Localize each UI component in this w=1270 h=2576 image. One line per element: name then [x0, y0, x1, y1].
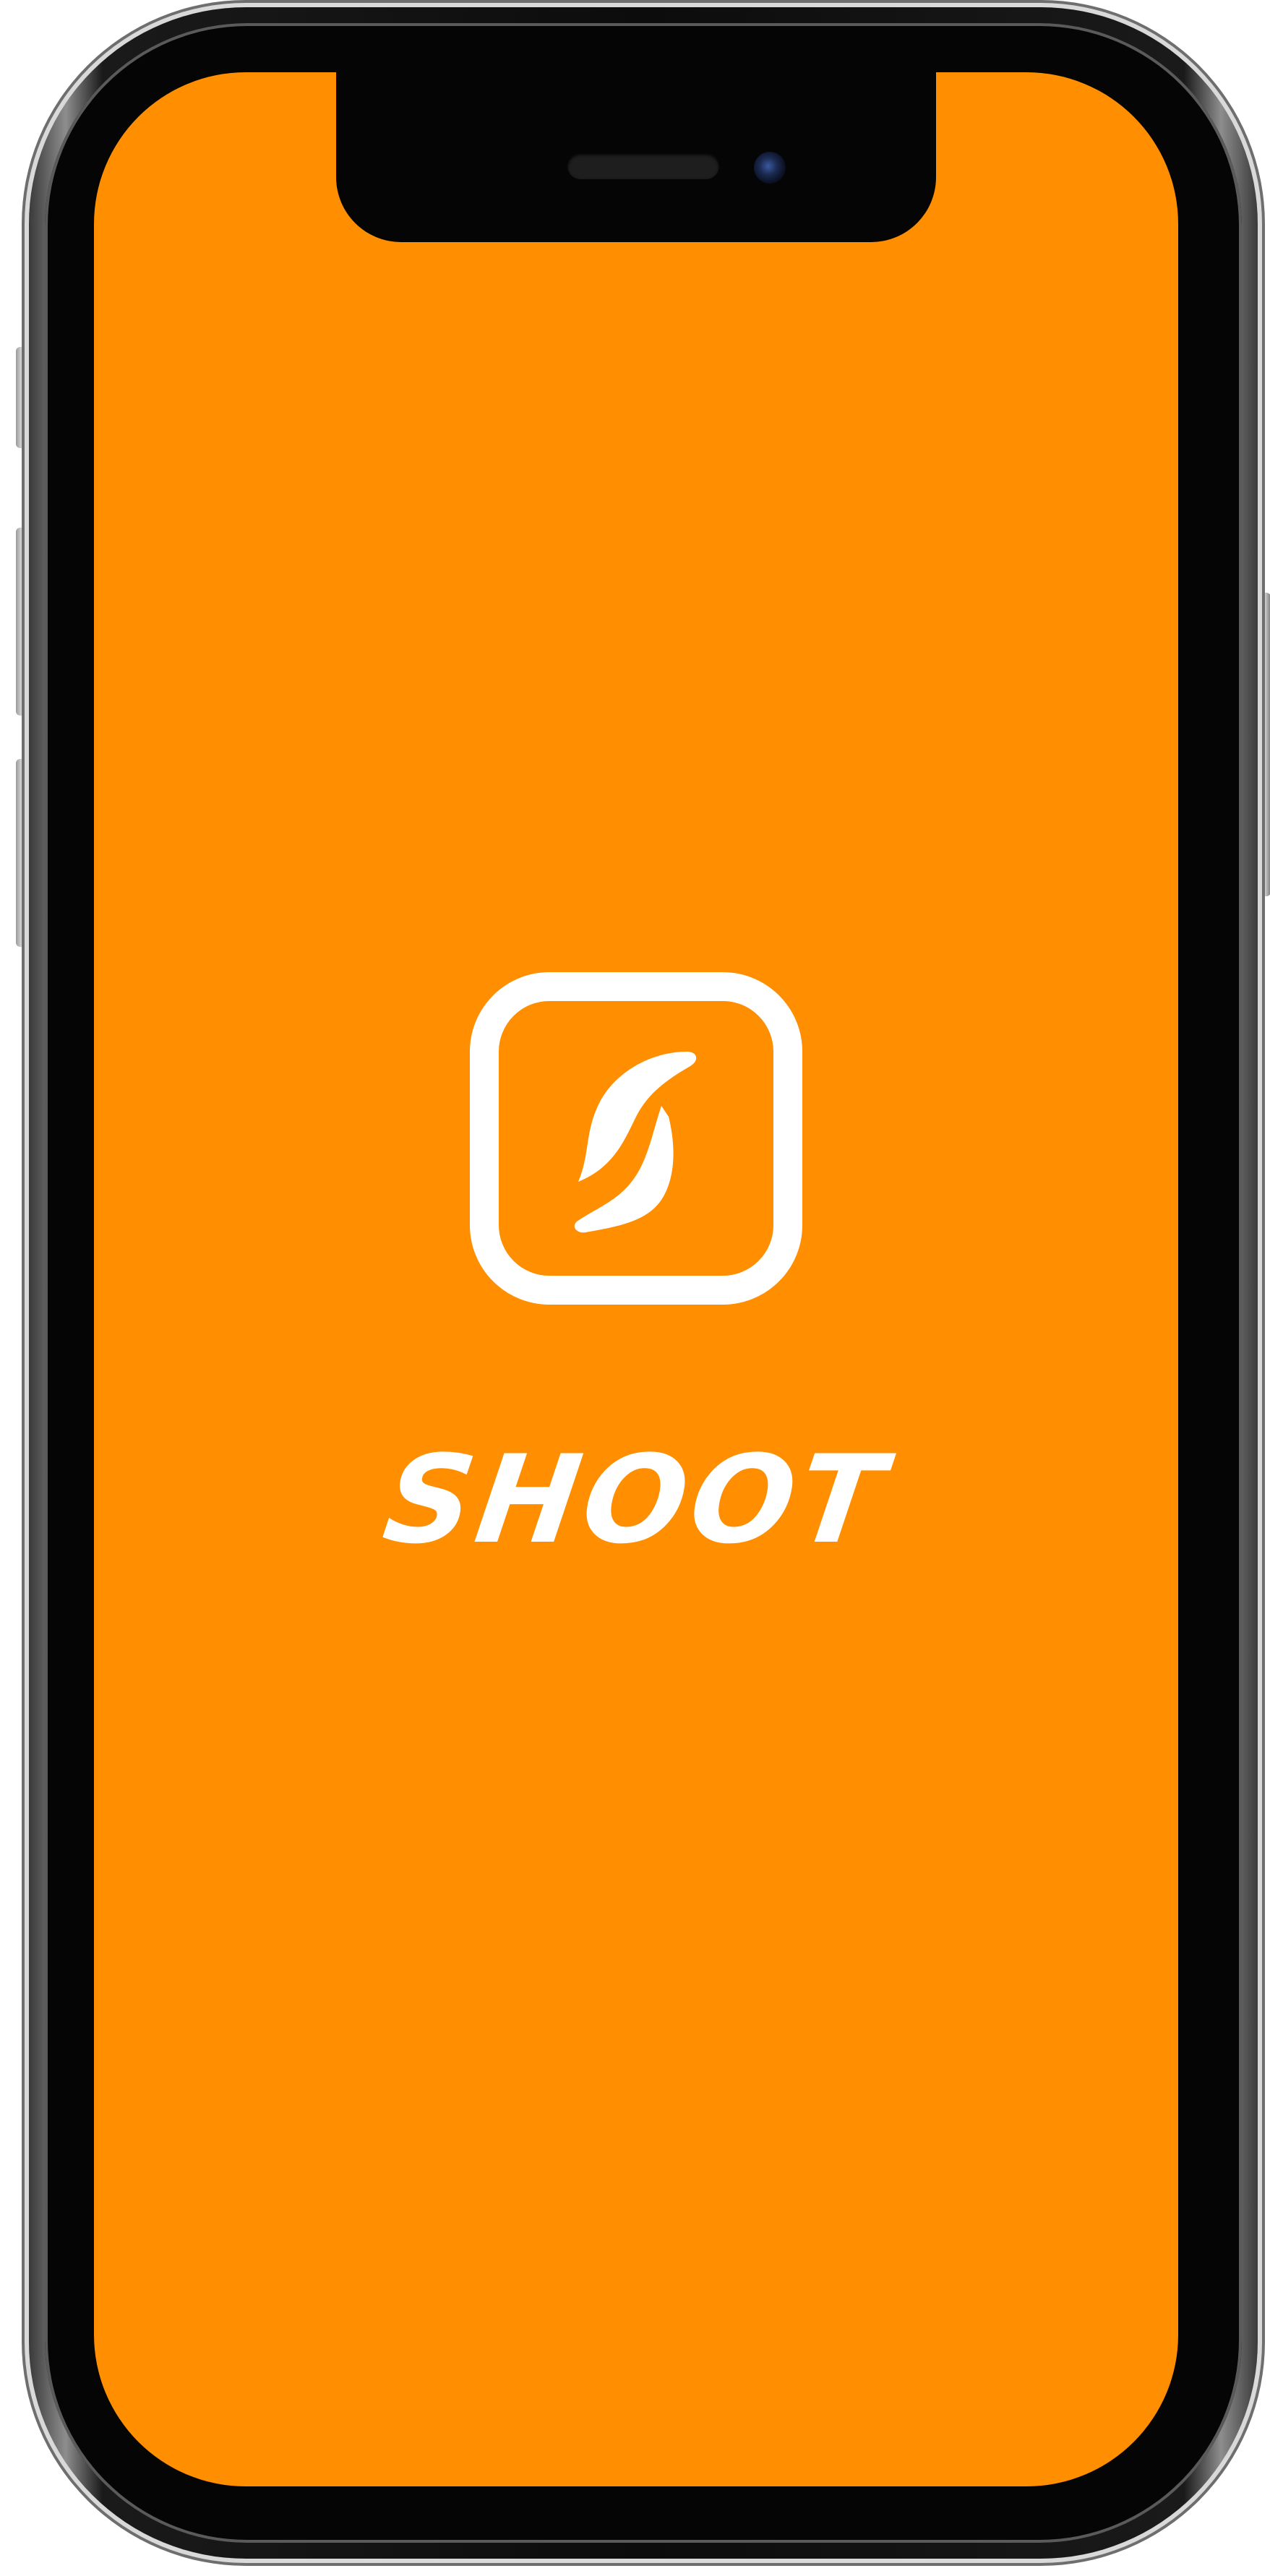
- silent-switch: [16, 347, 30, 448]
- notch: [336, 72, 936, 242]
- splash-logo: SHOOT: [376, 972, 896, 1695]
- shoot-logo-icon: [470, 972, 802, 1305]
- front-camera-icon: [754, 152, 786, 184]
- splash-screen: SHOOT: [94, 72, 1178, 2486]
- page: SHOOT: [0, 0, 1270, 2576]
- speaker-icon: [567, 153, 719, 179]
- power-button: [1256, 593, 1270, 896]
- brand-name: SHOOT: [376, 1429, 896, 1571]
- volume-up-button: [16, 528, 30, 716]
- volume-down-button: [16, 759, 30, 947]
